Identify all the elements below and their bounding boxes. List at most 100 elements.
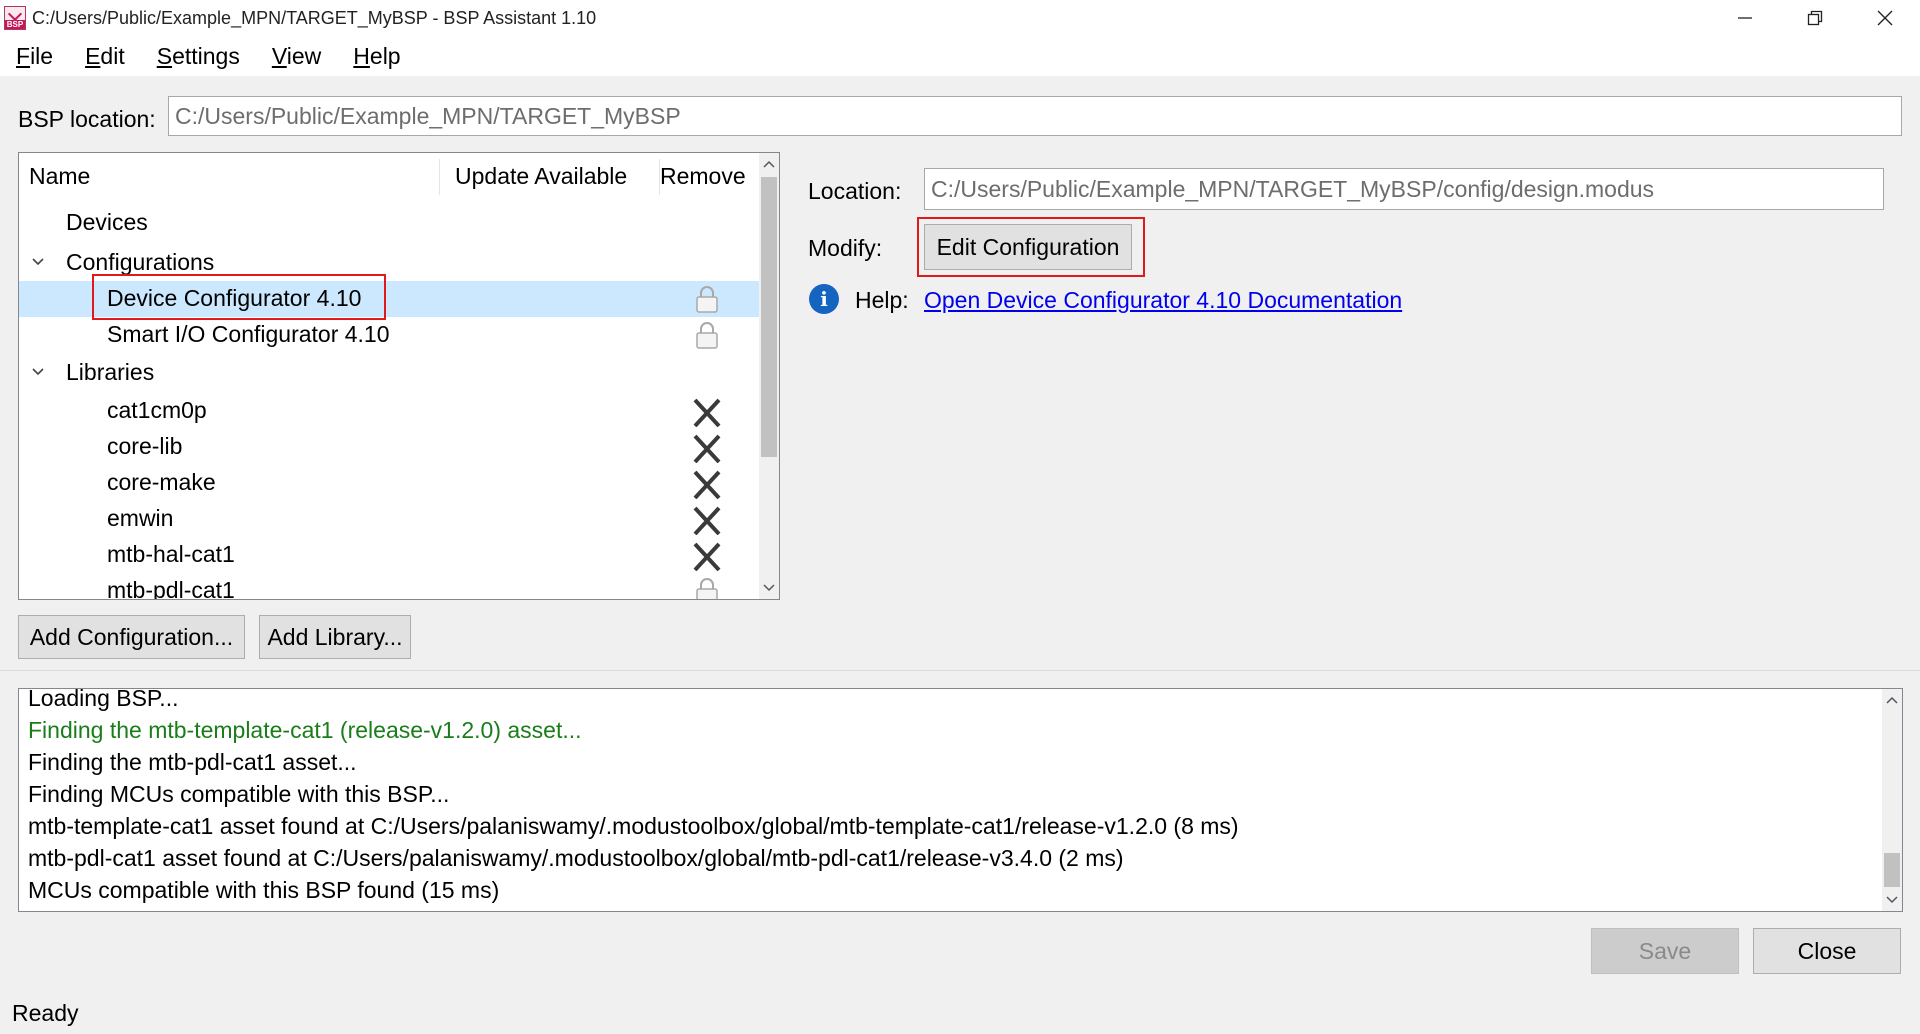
scroll-up-icon[interactable] — [1886, 695, 1898, 705]
log-line: Loading BSP... — [28, 688, 179, 711]
log-scrollbar[interactable] — [1882, 689, 1902, 911]
add-configuration-label: Add Configuration... — [29, 623, 234, 650]
tree-row-library[interactable]: cat1cm0p — [19, 393, 759, 429]
title-bar: BSP C:/Users/Public/Example_MPN/TARGET_M… — [0, 0, 1920, 36]
menu-settings[interactable]: Settings — [145, 43, 252, 70]
menu-file-rest: ile — [30, 42, 54, 69]
panel-divider[interactable] — [0, 670, 1920, 671]
tree-row-label: mtb-hal-cat1 — [107, 541, 235, 567]
x-remove-icon[interactable] — [687, 469, 727, 499]
tree-row-library[interactable]: core-lib — [19, 429, 759, 465]
window-title: C:/Users/Public/Example_MPN/TARGET_MyBSP… — [32, 7, 597, 28]
log-line: Finding the mtb-template-cat1 (release-v… — [28, 717, 582, 743]
help-documentation-link[interactable]: Open Device Configurator 4.10 Documentat… — [924, 287, 1402, 314]
bsp-app-icon-label: BSP — [5, 20, 25, 29]
log-line: mtb-pdl-cat1 asset found at C:/Users/pal… — [28, 845, 1124, 871]
x-remove-icon[interactable] — [687, 541, 727, 571]
add-configuration-button[interactable]: Add Configuration... — [18, 615, 245, 659]
menu-file-accel: F — [16, 42, 31, 69]
restore-button[interactable] — [1780, 0, 1850, 36]
add-library-label: Add Library... — [267, 623, 403, 650]
bsp-location-label: BSP location: — [18, 106, 156, 132]
log-line: mtb-template-cat1 asset found at C:/User… — [28, 813, 1239, 839]
x-remove-icon[interactable] — [687, 397, 727, 427]
column-name[interactable]: Name — [29, 163, 90, 190]
column-separator[interactable] — [439, 159, 440, 195]
minimize-icon — [1738, 17, 1752, 19]
minimize-button[interactable] — [1710, 0, 1780, 36]
info-icon: i — [809, 284, 839, 314]
tree-row-label: cat1cm0p — [107, 397, 207, 423]
tree-row-libraries[interactable]: Libraries — [19, 355, 759, 391]
menu-edit[interactable]: Edit — [73, 43, 137, 70]
close-button[interactable]: Close — [1753, 928, 1901, 974]
lock-icon — [696, 322, 718, 349]
add-library-button[interactable]: Add Library... — [259, 615, 411, 659]
save-button[interactable]: Save — [1591, 928, 1739, 974]
restore-icon — [1807, 10, 1823, 26]
log-line: Finding MCUs compatible with this BSP... — [28, 781, 450, 807]
chevron-down-icon[interactable] — [31, 367, 45, 377]
chevron-down-icon[interactable] — [31, 257, 45, 267]
close-label: Close — [1797, 937, 1857, 964]
menu-help-rest: elp — [369, 42, 401, 69]
tree-row-label: Configurations — [66, 249, 215, 275]
bsp-app-icon: BSP — [4, 6, 26, 30]
bsp-location-value: C:/Users/Public/Example_MPN/TARGET_MyBSP — [175, 102, 681, 129]
tree-row-label: emwin — [107, 505, 174, 531]
tree-scroll-thumb[interactable] — [761, 177, 777, 457]
bsp-mark-icon — [7, 6, 23, 22]
column-remove[interactable]: Remove — [660, 163, 746, 190]
menu-view-accel: V — [271, 42, 287, 69]
menu-help[interactable]: Help — [341, 43, 412, 70]
status-text: Ready — [12, 1000, 79, 1026]
tree-row-library[interactable]: mtb-hal-cat1 — [19, 537, 759, 573]
tree-scrollbar[interactable] — [759, 153, 779, 599]
menu-settings-rest: ettings — [172, 42, 240, 69]
log-scroll-thumb[interactable] — [1884, 853, 1900, 887]
lock-icon — [696, 578, 718, 599]
tree-row-label: Smart I/O Configurator 4.10 — [107, 321, 390, 347]
tree-header: Name Update Available Remove — [19, 153, 759, 199]
save-label: Save — [1638, 937, 1692, 964]
column-update-available[interactable]: Update Available — [455, 163, 627, 190]
menu-bar: File Edit Settings View Help — [0, 36, 1920, 76]
tree-row-library[interactable]: emwin — [19, 501, 759, 537]
tree-row-label: Devices — [66, 209, 148, 235]
tree-row-devices[interactable]: Devices — [19, 205, 759, 241]
bsp-location-field[interactable]: C:/Users/Public/Example_MPN/TARGET_MyBSP — [168, 96, 1902, 136]
tree-row-label: Libraries — [66, 359, 155, 385]
modify-label: Modify: — [808, 235, 883, 261]
log-line: MCUs compatible with this BSP found (15 … — [28, 877, 500, 903]
lock-icon — [696, 286, 718, 313]
menu-view-rest: iew — [286, 42, 322, 69]
close-icon — [1877, 10, 1893, 26]
location-value: C:/Users/Public/Example_MPN/TARGET_MyBSP… — [931, 175, 1655, 202]
bsp-tree[interactable]: Name Update Available Remove Devices Con… — [18, 152, 780, 600]
menu-settings-accel: S — [156, 42, 173, 69]
location-label: Location: — [808, 178, 902, 204]
tree-row-library[interactable]: core-make — [19, 465, 759, 501]
menu-file[interactable]: File — [4, 43, 65, 70]
log-output[interactable]: Loading BSP... Finding the mtb-template-… — [18, 688, 1903, 912]
edit-button-highlight — [917, 217, 1145, 277]
close-window-button[interactable] — [1850, 0, 1920, 36]
tree-row-smart-io-configurator[interactable]: Smart I/O Configurator 4.10 — [19, 317, 759, 353]
tree-row-library[interactable]: mtb-pdl-cat1 — [19, 573, 759, 600]
tree-row-label: core-make — [107, 469, 216, 495]
log-line: Finding the mtb-pdl-cat1 asset... — [28, 749, 357, 775]
scroll-down-icon[interactable] — [763, 583, 775, 593]
selected-item-highlight — [92, 274, 386, 320]
menu-help-accel: H — [353, 42, 370, 69]
scroll-up-icon[interactable] — [763, 159, 775, 169]
location-field[interactable]: C:/Users/Public/Example_MPN/TARGET_MyBSP… — [924, 168, 1884, 210]
x-remove-icon[interactable] — [687, 505, 727, 535]
tree-row-label: mtb-pdl-cat1 — [107, 577, 235, 600]
window-controls — [1710, 0, 1920, 36]
help-label: Help: — [855, 287, 909, 313]
tree-row-label: core-lib — [107, 433, 183, 459]
x-remove-icon[interactable] — [687, 433, 727, 463]
menu-edit-rest: dit — [100, 42, 125, 69]
scroll-down-icon[interactable] — [1886, 895, 1898, 905]
menu-view[interactable]: View — [260, 43, 333, 70]
